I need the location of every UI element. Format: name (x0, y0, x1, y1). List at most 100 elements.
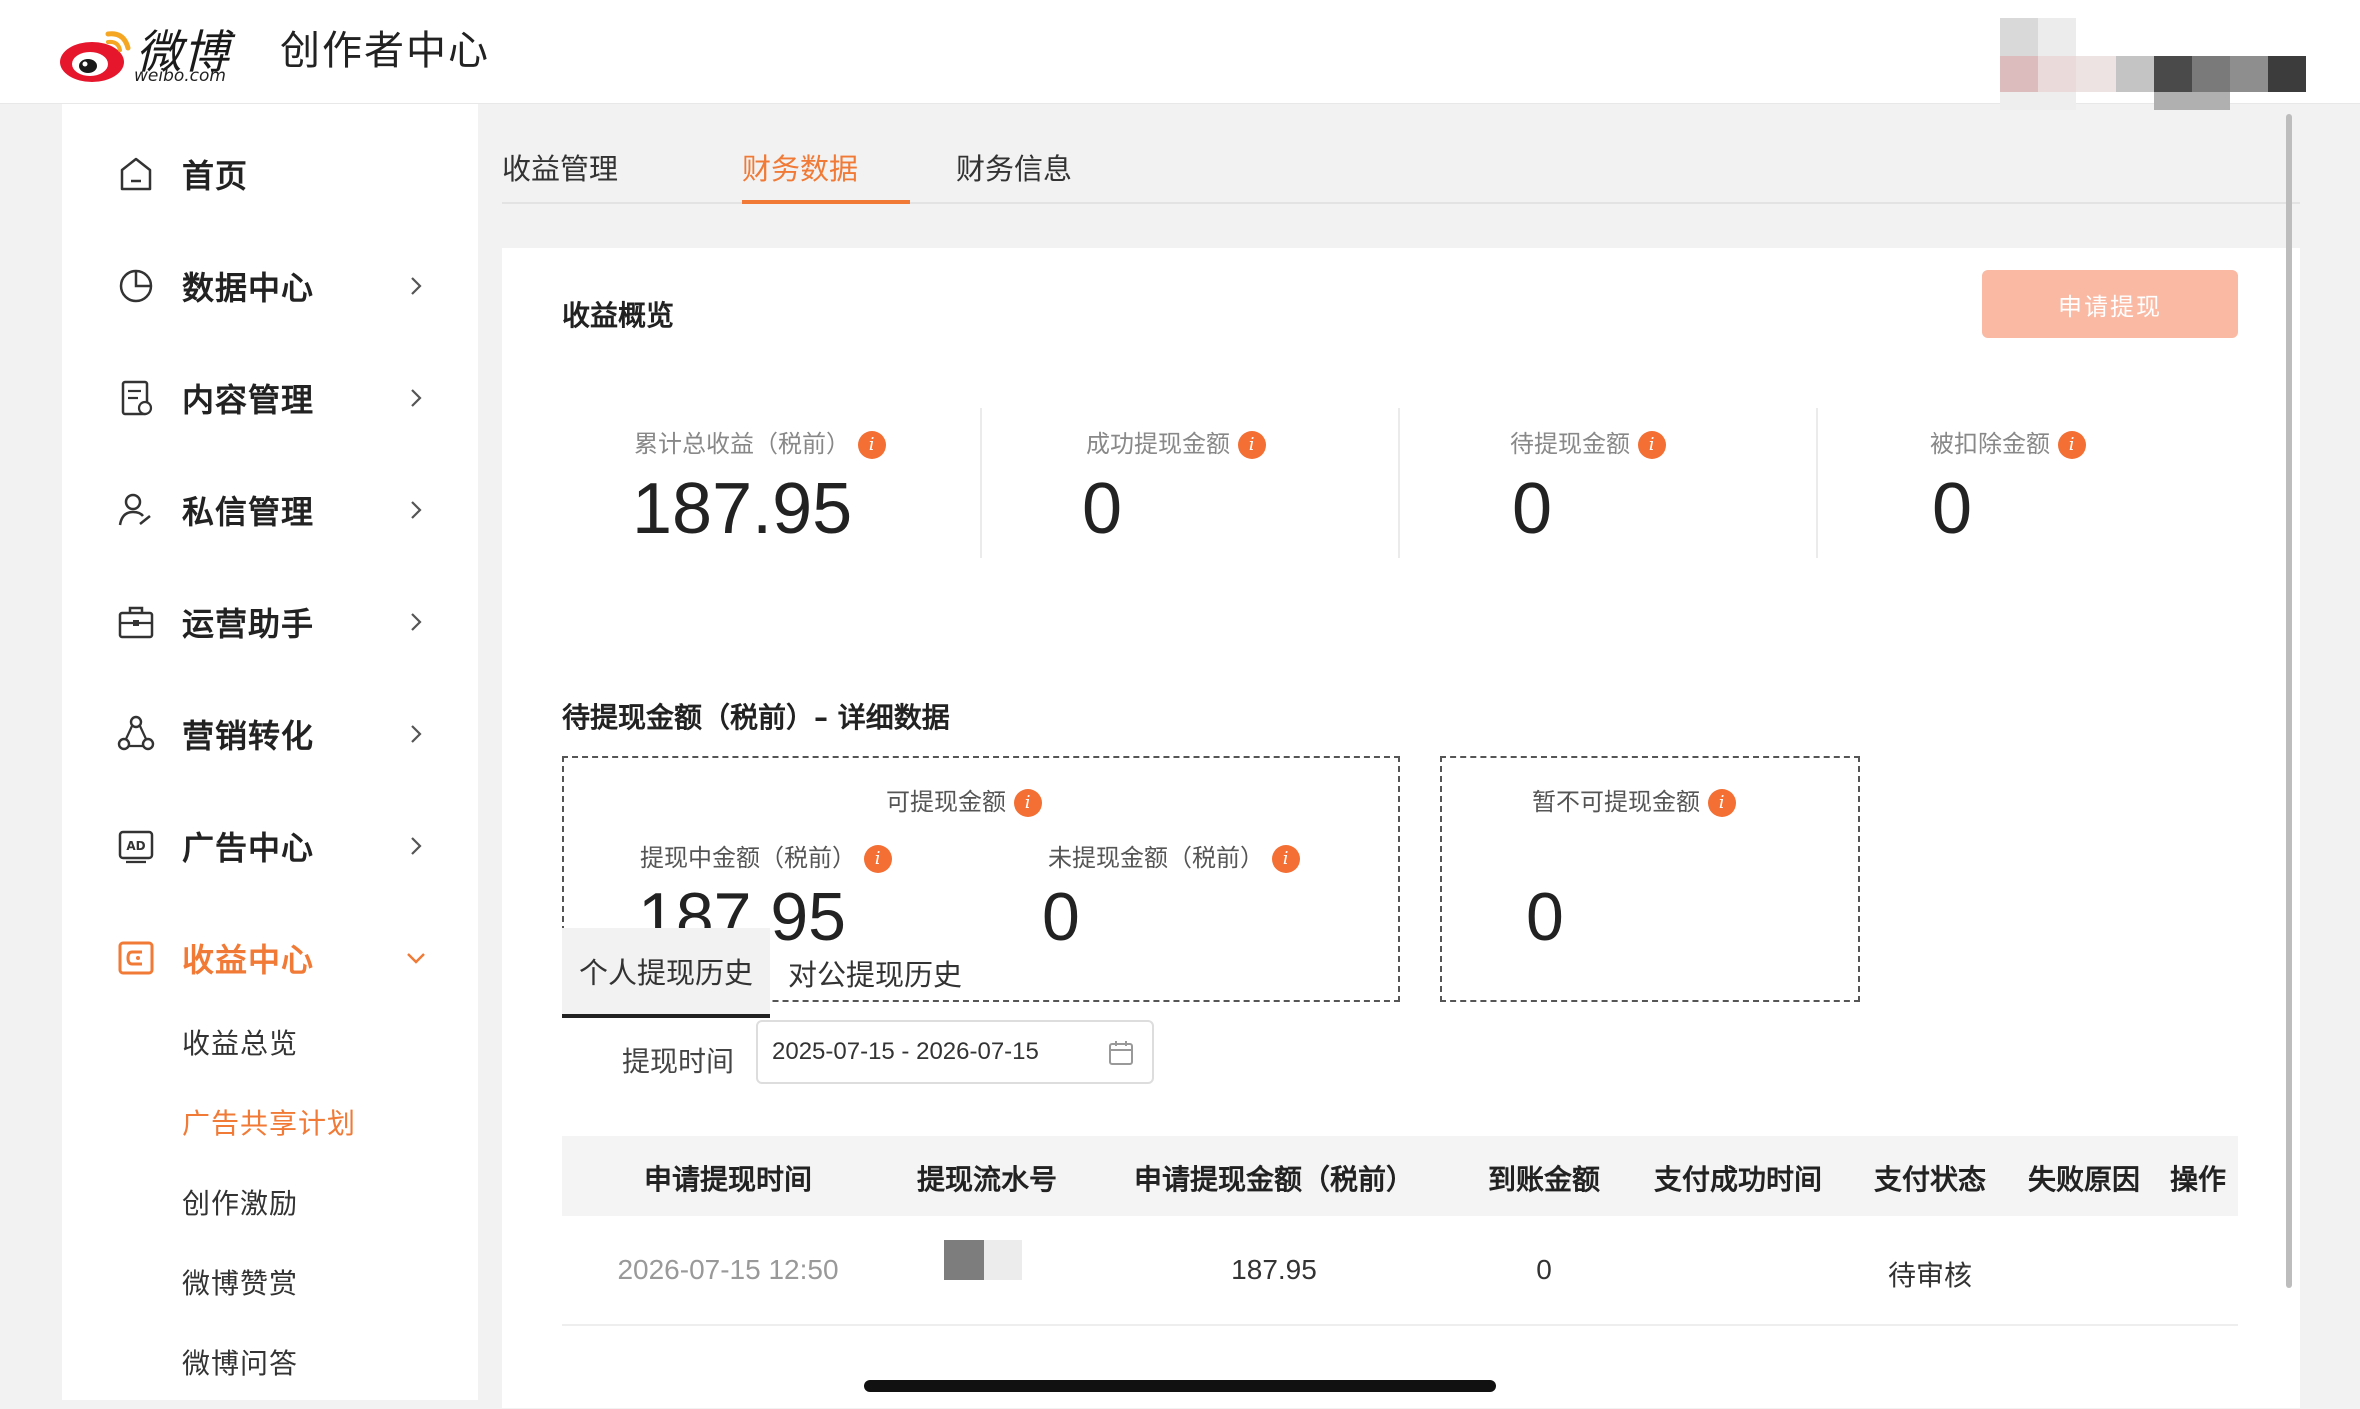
column-header: 操作 (2169, 1163, 2227, 1196)
column-header: 支付状态 (1873, 1163, 1987, 1196)
column-header: 提现流水号 (916, 1163, 1058, 1196)
chevron-down-icon (407, 953, 425, 964)
overview-title: 收益概览 (562, 299, 675, 332)
table-header: 申请提现时间 提现流水号 申请提现金额（税前） 到账金额 支付成功时间 支付状态… (562, 1136, 2238, 1216)
divider (980, 408, 982, 558)
stat-label: 累计总收益（税前） i (634, 424, 886, 459)
column-header: 申请提现时间 (643, 1163, 813, 1196)
in-progress-label: 提现中金额（税前） i (640, 838, 892, 873)
info-icon[interactable]: i (1637, 431, 1666, 459)
cell-apply-time: 2026-07-15 12:50 (617, 1254, 839, 1285)
not-withdrawn-label: 未提现金额（税前） i (1048, 838, 1300, 873)
sidebar-item-label: 运营助手 (182, 605, 315, 643)
scrollbar[interactable] (2286, 114, 2292, 1288)
svg-text:AD: AD (126, 839, 145, 853)
sidebar-subitem-revenue-overview[interactable]: 收益总览 (182, 1022, 298, 1062)
calendar-icon (1109, 1041, 1133, 1065)
cell-received: 0 (1536, 1254, 1552, 1285)
tab-financial-info[interactable]: 财务信息 (956, 146, 1072, 188)
tab-personal-history[interactable]: 个人提现历史 (562, 928, 770, 1018)
info-icon[interactable]: i (1013, 789, 1042, 817)
sidebar-item-home[interactable]: 首页 (62, 134, 478, 214)
avatar[interactable] (2000, 18, 2360, 110)
info-icon[interactable]: i (1237, 431, 1266, 459)
date-range-picker[interactable]: 2025-07-15 - 2026-07-15 (756, 1020, 1154, 1084)
info-icon[interactable]: i (1707, 789, 1736, 817)
stat-total-revenue: 累计总收益（税前） i 187.95 (562, 408, 962, 558)
cell-status: 待审核 (1887, 1260, 1973, 1291)
available-label: 可提现金额 i (886, 782, 1042, 817)
sidebar-item-marketing[interactable]: 营销转化 (62, 694, 478, 774)
tab-corporate-history[interactable]: 对公提现历史 (770, 928, 980, 1018)
finance-card: 收益概览 申请提现 累计总收益（税前） i 187.95 成功提现金额 i 0 … (502, 248, 2300, 1408)
sidebar-item-operations[interactable]: 运营助手 (62, 582, 478, 662)
sidebar-item-label: 广告中心 (182, 829, 315, 867)
pie-chart-icon (119, 269, 153, 303)
cell-serial-number (944, 1240, 1022, 1280)
sidebar-item-label: 首页 (182, 157, 249, 195)
unavailable-amount-box: 暂不可提现金额 i 0 (1440, 756, 1860, 1002)
stat-value: 187.95 (632, 469, 853, 549)
sidebar-item-content-management[interactable]: 内容管理 (62, 358, 478, 438)
date-range-value: 2025-07-15 - 2026-07-15 (772, 1038, 1039, 1065)
sidebar-subitem-weibo-qa[interactable]: 微博问答 (182, 1342, 298, 1382)
chevron-right-icon (411, 389, 422, 407)
ad-icon: AD (118, 830, 154, 864)
document-icon (121, 380, 153, 416)
divider (1398, 408, 1400, 558)
active-tab-indicator (742, 200, 910, 204)
column-header: 到账金额 (1487, 1163, 1601, 1196)
network-icon (117, 715, 155, 751)
weibo-logo[interactable]: 微博 weibo.com (58, 12, 238, 86)
chevron-right-icon (411, 277, 422, 295)
column-header: 申请提现金额（税前） (1133, 1163, 1415, 1196)
sidebar-subitem-ad-share-plan[interactable]: 广告共享计划 (182, 1102, 356, 1142)
sidebar-subitem-weibo-tips[interactable]: 微博赞赏 (182, 1262, 298, 1302)
sidebar-item-revenue-center[interactable]: 收益中心 (62, 918, 478, 998)
tab-financial-data[interactable]: 财务数据 (742, 146, 858, 188)
stat-deducted: 被扣除金额 i 0 (1842, 408, 2242, 558)
unavailable-label: 暂不可提现金额 i (1532, 782, 1736, 817)
user-message-icon (118, 493, 151, 526)
sidebar-item-label: 内容管理 (182, 381, 315, 419)
chevron-right-icon (411, 501, 422, 519)
stat-label: 待提现金额 i (1510, 424, 1666, 459)
info-icon[interactable]: i (2057, 431, 2086, 459)
table-row: 2026-07-15 12:50 187.95 0 待审核 (562, 1216, 2238, 1326)
info-icon[interactable]: i (863, 845, 892, 873)
main-content: 收益管理 财务数据 财务信息 收益概览 申请提现 累计总收益（税前） i 187… (478, 104, 2300, 1408)
stat-value: 0 (1932, 469, 1973, 549)
sidebar-item-label: 数据中心 (182, 269, 315, 307)
logo-domain: weibo.com (134, 66, 226, 86)
home-icon (120, 157, 152, 191)
wallet-icon (118, 941, 154, 975)
chevron-right-icon (411, 837, 422, 855)
stat-label: 被扣除金额 i (1930, 424, 2086, 459)
weibo-logo-icon (60, 31, 131, 82)
stat-value: 0 (1082, 469, 1123, 549)
sidebar-item-messages[interactable]: 私信管理 (62, 470, 478, 550)
sidebar-item-ad-center[interactable]: AD 广告中心 (62, 806, 478, 886)
not-withdrawn-value: 0 (1042, 879, 1080, 955)
sidebar: 首页 数据中心 内容管理 私信管理 运营助手 营销转化 AD 广告中心 收益中心… (62, 104, 478, 1400)
info-icon[interactable]: i (857, 431, 886, 459)
cell-amount: 187.95 (1231, 1254, 1317, 1285)
column-header: 支付成功时间 (1653, 1163, 1823, 1196)
apply-withdraw-button[interactable]: 申请提现 (1982, 270, 2238, 338)
home-indicator[interactable] (864, 1380, 1496, 1392)
info-icon[interactable]: i (1271, 845, 1300, 873)
divider (1816, 408, 1818, 558)
stat-label: 成功提现金额 i (1086, 424, 1266, 459)
sidebar-item-label: 营销转化 (182, 717, 315, 755)
detail-title: 待提现金额（税前）– 详细数据 (562, 701, 950, 734)
top-bar: 微博 weibo.com 创作者中心 (0, 0, 2360, 110)
stat-withdrawn: 成功提现金额 i 0 (1002, 408, 1402, 558)
tab-revenue-management[interactable]: 收益管理 (502, 146, 618, 188)
sidebar-item-label: 私信管理 (182, 493, 315, 531)
filter-label: 提现时间 (622, 1045, 735, 1078)
chevron-right-icon (411, 725, 422, 743)
sidebar-subitem-creator-incentive[interactable]: 创作激励 (182, 1182, 298, 1222)
sidebar-item-data-center[interactable]: 数据中心 (62, 246, 478, 326)
tab-bar: 收益管理 财务数据 财务信息 (502, 104, 2300, 204)
chevron-right-icon (411, 613, 422, 631)
